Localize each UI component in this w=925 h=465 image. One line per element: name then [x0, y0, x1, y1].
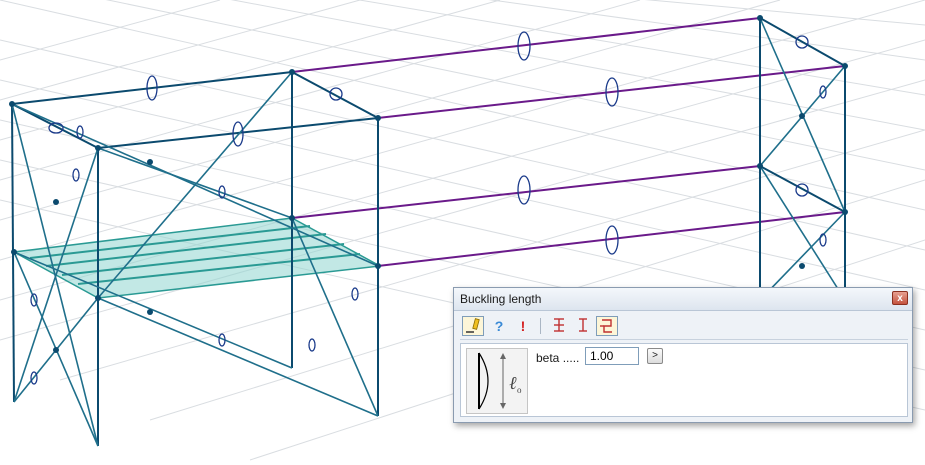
dialog-titlebar[interactable]: Buckling length x: [454, 288, 912, 311]
warning-icon[interactable]: !: [512, 316, 534, 336]
toolbar-separator: [540, 318, 541, 334]
buckling-panel: ℓ o beta ..... >: [460, 343, 908, 417]
beta-label: beta .....: [536, 351, 580, 365]
dialog-toolbar: ? !: [460, 315, 908, 340]
buckling-pinned-icon[interactable]: [572, 316, 594, 336]
help-icon[interactable]: ?: [488, 316, 510, 336]
buckling-both-ends-icon[interactable]: [548, 316, 570, 336]
beta-input[interactable]: [585, 347, 639, 365]
buckling-special-icon[interactable]: [596, 316, 618, 336]
svg-text:ℓ: ℓ: [509, 373, 517, 393]
dialog-title: Buckling length: [460, 292, 542, 306]
buckling-length-dialog: Buckling length x ? ! ℓ o beta ..... 1.0…: [453, 287, 913, 423]
close-button[interactable]: x: [892, 291, 908, 305]
beta-apply-button[interactable]: >: [647, 348, 663, 364]
svg-text:o: o: [517, 385, 522, 395]
edit-icon[interactable]: [462, 316, 484, 336]
buckling-diagram-icon: ℓ o: [466, 348, 528, 414]
